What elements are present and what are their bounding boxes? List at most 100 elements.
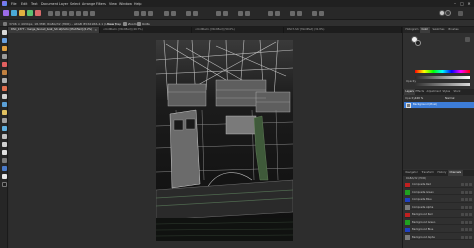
channel-row[interactable]: Composite Alpha — [405, 205, 473, 210]
channel-lock-icon[interactable] — [469, 235, 472, 239]
flood-select-icon[interactable] — [1, 70, 7, 75]
menu-document[interactable]: Document — [41, 2, 58, 6]
layer-opacity-value[interactable]: 100 % — [415, 97, 423, 100]
levels-icon[interactable] — [55, 11, 60, 16]
tab-adjustment[interactable]: Adjustment — [425, 89, 442, 95]
channel-visibility-icon[interactable] — [461, 190, 464, 194]
menu-filters[interactable]: Filters — [96, 2, 106, 6]
channel-visibility-icon[interactable] — [461, 198, 464, 202]
channel-lock-icon[interactable] — [469, 190, 472, 194]
order-front-icon[interactable] — [193, 11, 198, 16]
menu-edit[interactable]: Edit — [21, 2, 27, 6]
channel-edit-icon[interactable] — [465, 183, 468, 187]
maximize-button[interactable]: □ — [459, 1, 465, 6]
white-balance-icon[interactable] — [76, 11, 81, 16]
tone-map-button[interactable]: Tone Map — [107, 22, 121, 26]
opacity-slider[interactable] — [415, 83, 470, 86]
snapping-icon[interactable] — [216, 11, 221, 16]
tab-transform[interactable]: Transform — [420, 170, 435, 176]
channel-visibility-icon[interactable] — [461, 235, 464, 239]
channel-row[interactable]: Composite Green — [405, 190, 473, 195]
menu-arrange[interactable]: Arrange — [82, 2, 95, 6]
channel-edit-icon[interactable] — [465, 228, 468, 232]
menu-view[interactable]: View — [109, 2, 117, 6]
view-mode-icon[interactable] — [290, 11, 295, 16]
units-button[interactable]: Units — [142, 22, 150, 26]
text-tool-icon[interactable] — [1, 150, 7, 155]
develop-persona-icon[interactable] — [19, 10, 25, 16]
preferences-icon[interactable] — [275, 11, 280, 16]
auto-levels-icon[interactable] — [83, 11, 88, 16]
hue-slider[interactable] — [415, 70, 470, 73]
flip-icon[interactable] — [245, 11, 250, 16]
channel-row[interactable]: Background Red — [405, 212, 473, 218]
document-image[interactable] — [156, 40, 293, 241]
quick-mask-icon[interactable] — [164, 11, 169, 16]
channel-edit-icon[interactable] — [465, 220, 468, 224]
paint-brush-icon[interactable] — [1, 86, 7, 91]
personas-icon[interactable] — [312, 11, 317, 16]
clone-brush-icon[interactable] — [1, 118, 7, 123]
hsl-icon[interactable] — [69, 11, 74, 16]
secondary-color-icon[interactable] — [445, 10, 451, 16]
selection-subtract-icon[interactable] — [141, 11, 146, 16]
channel-row[interactable]: Composite Blue — [405, 197, 473, 203]
channel-lock-icon[interactable] — [469, 198, 472, 202]
zoom-button[interactable]: Zoom — [128, 22, 137, 26]
channel-edit-icon[interactable] — [465, 235, 468, 239]
zoom-tool-icon[interactable] — [1, 158, 7, 163]
channel-visibility-icon[interactable] — [461, 213, 464, 217]
assistant-icon[interactable] — [268, 11, 273, 16]
flood-fill-icon[interactable] — [1, 102, 7, 107]
photo-persona-icon[interactable] — [3, 10, 9, 16]
shape-tool-icon[interactable] — [1, 142, 7, 147]
auto-contrast-icon[interactable] — [90, 11, 95, 16]
pen-tool-icon[interactable] — [1, 134, 7, 139]
channel-lock-icon[interactable] — [469, 220, 472, 224]
channel-lock-icon[interactable] — [469, 205, 472, 209]
lightness-slider[interactable] — [415, 76, 470, 79]
menu-window[interactable]: Window — [119, 2, 132, 6]
tab-histogram[interactable]: Histogram — [404, 27, 420, 33]
menu-select[interactable]: Select — [70, 2, 80, 6]
curves-icon[interactable] — [62, 11, 67, 16]
channel-visibility-icon[interactable] — [461, 228, 464, 232]
tab-brushes[interactable]: Brushes — [447, 27, 460, 33]
healing-brush-icon[interactable] — [1, 126, 7, 131]
transform-icon[interactable] — [238, 11, 243, 16]
channel-row[interactable]: Background Alpha — [405, 235, 473, 240]
channel-visibility-icon[interactable] — [461, 205, 464, 209]
channel-visibility-icon[interactable] — [461, 220, 464, 224]
menu-layer[interactable]: Layer — [59, 2, 68, 6]
dodge-brush-icon[interactable] — [1, 110, 7, 115]
canvas-area[interactable] — [9, 33, 402, 248]
tab-color[interactable]: Color — [420, 27, 430, 33]
selection-brush-icon[interactable] — [1, 62, 7, 67]
menu-text[interactable]: Text — [31, 2, 38, 6]
close-window-button[interactable]: ✕ — [466, 1, 472, 6]
channel-row[interactable]: Background Blue — [405, 227, 473, 233]
secondary-swatch-icon[interactable] — [1, 182, 7, 187]
tone-mapping-persona-icon[interactable] — [27, 10, 33, 16]
tab-channels[interactable]: Channels — [448, 170, 463, 176]
tab-swatches[interactable]: Swatches — [431, 27, 446, 33]
selection-intersect-icon[interactable] — [148, 11, 153, 16]
menu-file[interactable]: File — [11, 2, 17, 6]
blend-mode-select[interactable]: Normal — [445, 97, 454, 100]
hand-tool-icon[interactable] — [1, 166, 7, 171]
crop-tool-icon[interactable] — [1, 54, 7, 59]
liquify-persona-icon[interactable] — [11, 10, 17, 16]
minimize-button[interactable]: – — [452, 1, 458, 6]
channel-edit-icon[interactable] — [465, 205, 468, 209]
channel-visibility-icon[interactable] — [461, 183, 464, 187]
view-tool-icon[interactable] — [1, 30, 7, 35]
channel-lock-icon[interactable] — [469, 183, 472, 187]
tab-stock[interactable]: Stock — [452, 89, 462, 95]
order-back-icon[interactable] — [186, 11, 191, 16]
arrange-icon[interactable] — [319, 11, 324, 16]
tab-styles[interactable]: Styles — [441, 89, 452, 95]
channel-edit-icon[interactable] — [465, 213, 468, 217]
align-icon[interactable] — [223, 11, 228, 16]
grid-icon[interactable] — [48, 11, 53, 16]
refine-icon[interactable] — [171, 11, 176, 16]
